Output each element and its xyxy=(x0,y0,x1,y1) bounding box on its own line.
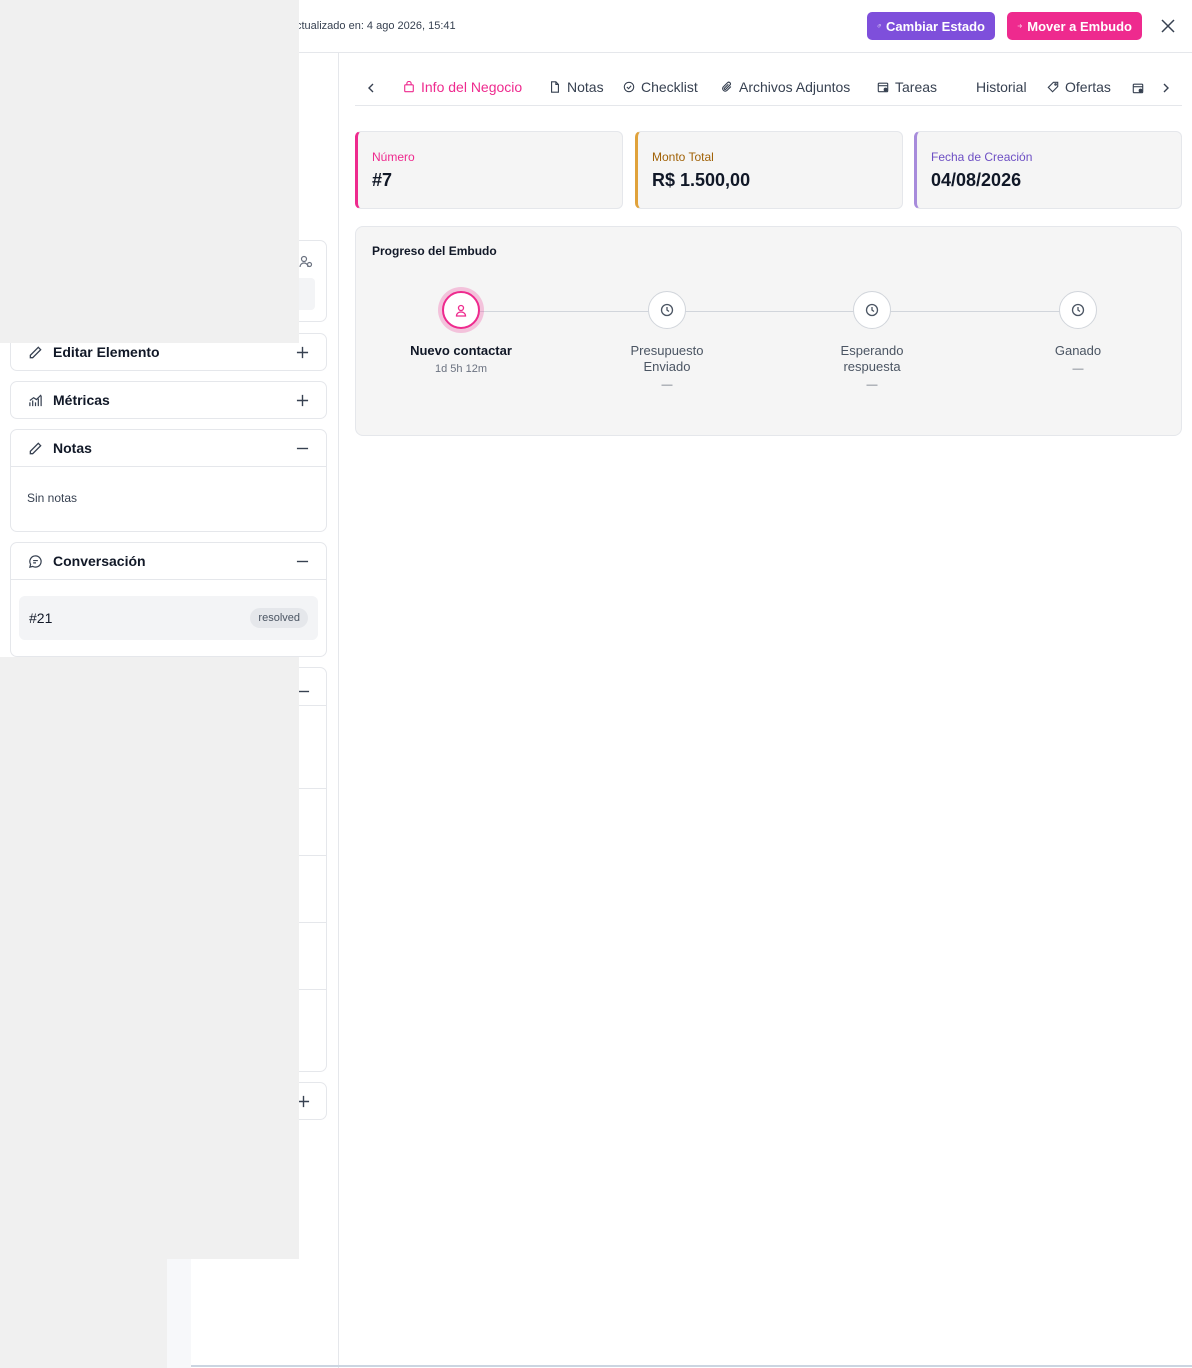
tab-label: Historial xyxy=(976,79,1027,95)
metrics-header[interactable]: Métricas xyxy=(11,382,326,418)
tab-label: Checklist xyxy=(641,79,698,95)
move-funnel-button[interactable]: Mover a Embudo xyxy=(1007,12,1142,40)
tab-label: Notas xyxy=(567,79,604,95)
progress-title: Progreso del Embudo xyxy=(372,244,497,258)
conversation-item[interactable]: #21 resolved xyxy=(19,596,318,640)
step-indicator xyxy=(648,291,686,329)
pencil-icon xyxy=(27,440,43,456)
notes-header[interactable]: Notas xyxy=(11,430,326,466)
step-indicator xyxy=(442,291,480,329)
step-duration: — xyxy=(661,379,673,391)
number-label: Número xyxy=(372,150,415,164)
move-funnel-label: Mover a Embudo xyxy=(1027,18,1132,34)
clock-icon xyxy=(1071,303,1085,317)
number-value: #7 xyxy=(372,170,393,190)
notes-empty-text: Sin notas xyxy=(27,491,78,505)
paperclip-icon xyxy=(722,81,732,92)
edit-item-title: Editar Elemento xyxy=(53,344,160,360)
conversation-panel: Conversación #21 resolved xyxy=(10,542,327,657)
step-name: Presupuesto Enviado xyxy=(630,343,704,374)
tab-business-info[interactable]: Info del Negocio xyxy=(403,79,522,95)
user-icon xyxy=(455,304,467,317)
tab-offers[interactable]: Ofertas xyxy=(1047,79,1111,95)
plus-icon[interactable] xyxy=(294,344,310,360)
tab-history[interactable]: Historial xyxy=(976,79,1027,95)
step-indicator xyxy=(1059,291,1097,329)
date-card: Fecha de Creación 04/08/2026 xyxy=(914,131,1182,209)
calendar-icon xyxy=(877,82,889,93)
step-duration: 1d 5h 12m xyxy=(435,363,487,375)
chat-icon xyxy=(27,553,43,569)
users-icon xyxy=(299,255,313,268)
minus-icon[interactable] xyxy=(294,553,310,569)
plus-icon[interactable] xyxy=(294,392,310,408)
tag-icon xyxy=(1047,81,1059,93)
tab-label: Info del Negocio xyxy=(421,79,523,95)
step-budget-sent[interactable]: Presupuesto Enviado — xyxy=(587,291,747,391)
date-value: 04/08/2026 xyxy=(931,170,1022,190)
clock-icon xyxy=(660,303,674,317)
change-state-label: Cambiar Estado xyxy=(886,18,985,34)
bottom-edge xyxy=(191,1365,1192,1367)
step-duration: — xyxy=(866,379,878,391)
step-indicator xyxy=(853,291,891,329)
overlay-mask xyxy=(0,657,299,1259)
tab-bar: Info del Negocio Notas Checklist Archivo… xyxy=(355,70,1182,106)
column-divider xyxy=(338,53,339,1368)
notes-title: Notas xyxy=(53,440,92,456)
chevron-left-icon[interactable] xyxy=(363,80,379,96)
bag-icon xyxy=(404,81,414,93)
amount-value: R$ 1.500,00 xyxy=(652,170,751,190)
check-circle-icon xyxy=(623,81,635,93)
tab-label: Ofertas xyxy=(1065,79,1111,95)
step-new-contact[interactable]: Nuevo contactar 1d 5h 12m xyxy=(381,291,541,375)
pencil-icon xyxy=(27,344,43,360)
amount-card: Monto Total R$ 1.500,00 xyxy=(635,131,903,209)
funnel-progress: Progreso del Embudo Nuevo contactar 1d 5… xyxy=(355,226,1182,436)
tag-icon xyxy=(877,24,881,28)
tab-notes[interactable]: Notas xyxy=(549,79,604,95)
notes-panel: Notas Sin notas xyxy=(10,429,327,532)
arrow-right-icon xyxy=(1017,24,1022,28)
minus-icon[interactable] xyxy=(294,440,310,456)
step-duration: — xyxy=(1072,363,1084,375)
tab-label: Tareas xyxy=(895,79,938,95)
step-awaiting-response[interactable]: Esperando respuesta — xyxy=(792,291,952,391)
conversation-number: #21 xyxy=(29,610,53,626)
panel-divider xyxy=(11,579,326,580)
conversation-title: Conversación xyxy=(53,553,146,569)
overlay-mask xyxy=(0,1259,167,1368)
number-card: Número #7 xyxy=(355,131,623,209)
amount-label: Monto Total xyxy=(652,150,714,164)
metrics-panel: Métricas xyxy=(10,381,327,419)
close-icon[interactable] xyxy=(1158,16,1178,36)
progress-track xyxy=(461,311,1078,312)
overlay-mask xyxy=(167,1259,191,1368)
updated-timestamp: ctualizado en: 4 ago 2026, 15:41 xyxy=(296,20,456,32)
date-label: Fecha de Creación xyxy=(931,150,1033,164)
change-state-button[interactable]: Cambiar Estado xyxy=(867,12,995,40)
step-name: Ganado xyxy=(1054,343,1102,358)
step-won[interactable]: Ganado — xyxy=(998,291,1158,375)
chevron-right-icon[interactable] xyxy=(1158,80,1174,96)
metrics-title: Métricas xyxy=(53,392,110,408)
calendar-icon[interactable] xyxy=(1130,80,1146,96)
status-badge: resolved xyxy=(250,608,308,628)
overlay-mask xyxy=(0,0,299,343)
conversation-header[interactable]: Conversación xyxy=(11,543,326,579)
step-name: Esperando respuesta xyxy=(840,343,904,374)
clock-icon xyxy=(865,303,879,317)
chart-icon xyxy=(27,392,43,408)
tab-tasks[interactable]: Tareas xyxy=(877,79,937,95)
file-icon xyxy=(551,81,559,93)
tab-attachments[interactable]: Archivos Adjuntos xyxy=(721,79,850,95)
tab-label: Archivos Adjuntos xyxy=(739,79,851,95)
step-name: Nuevo contactar xyxy=(410,343,512,358)
tab-checklist[interactable]: Checklist xyxy=(623,79,698,95)
